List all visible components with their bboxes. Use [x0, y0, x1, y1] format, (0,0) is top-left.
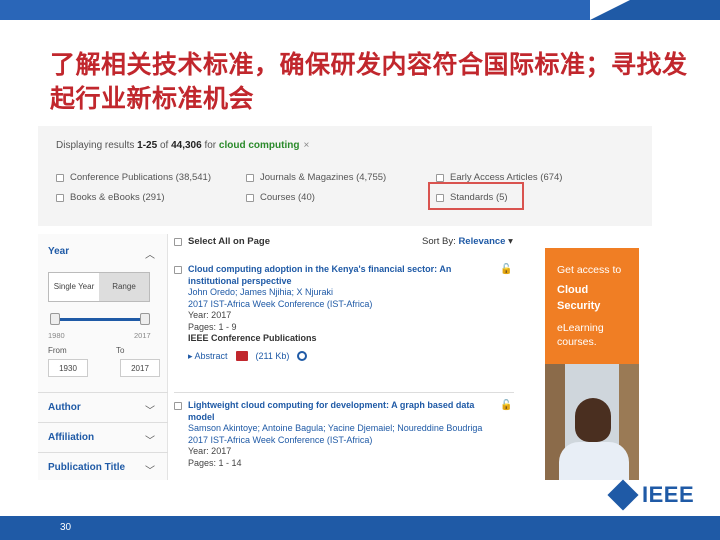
results-summary: Displaying results 1-25 of 44,306 for cl…	[56, 140, 310, 151]
search-query: cloud computing	[218, 140, 300, 151]
elearning-ad-banner[interactable]: Get access to Cloud Security eLearning c…	[545, 248, 639, 480]
ad-line-1: Get access to	[557, 264, 622, 276]
result-authors[interactable]: John Oredo; James Njihia; X Njuraki	[188, 287, 498, 299]
filter-journals[interactable]: Journals & Magazines (4,755)	[246, 172, 386, 183]
result-pages: Pages: 1 - 9	[188, 321, 237, 332]
facet-publication-title[interactable]: Publication Title	[48, 462, 125, 473]
standards-highlight-box	[428, 182, 524, 210]
cite-icon[interactable]	[297, 351, 308, 361]
result-title-link[interactable]: Lightweight cloud computing for developm…	[188, 400, 498, 423]
divider	[38, 422, 168, 423]
year-slider-track[interactable]	[54, 318, 146, 321]
result-year: Year: 2017	[188, 310, 232, 320]
open-access-lock-icon: 🔓	[500, 400, 513, 411]
ad-line-4: eLearning	[557, 322, 604, 334]
ieee-diamond-icon	[607, 479, 639, 511]
caret-down-icon: ▾	[505, 236, 513, 247]
results-filter-panel: Displaying results 1-25 of 44,306 for cl…	[38, 126, 652, 226]
person-body	[559, 442, 629, 480]
facet-author[interactable]: Author	[48, 402, 81, 413]
checkbox[interactable]	[56, 173, 64, 182]
checkbox[interactable]	[246, 193, 254, 202]
chevron-down-icon[interactable]: ﹀	[145, 402, 155, 417]
open-access-lock-icon: 🔓	[500, 264, 513, 275]
year-slider-min-handle[interactable]	[50, 313, 60, 325]
ad-line-2: Cloud	[557, 284, 589, 296]
pdf-size: (211 Kb)	[255, 351, 290, 361]
chevron-up-icon[interactable]: ︿	[145, 246, 155, 261]
ieee-logo: IEEE	[607, 479, 694, 511]
result-authors[interactable]: Samson Akintoye; Antoine Bagula; Yacine …	[188, 423, 498, 435]
chevron-down-icon[interactable]: ﹀	[145, 432, 155, 447]
year-slider-max-handle[interactable]	[140, 313, 150, 325]
checkbox[interactable]	[436, 173, 444, 182]
from-year-input[interactable]: 1930	[48, 359, 88, 377]
person-head	[575, 398, 611, 442]
page-number: 30	[60, 522, 72, 533]
pdf-icon[interactable]	[235, 351, 248, 361]
filter-conference[interactable]: Conference Publications (38,541)	[56, 172, 211, 183]
result-publisher: IEEE Conference Publications	[188, 333, 317, 343]
result-separator	[174, 392, 514, 393]
checkbox[interactable]	[246, 173, 254, 182]
tab-range[interactable]: Range	[99, 273, 149, 301]
slide-title: 了解相关技术标准，确保研发内容符合国际标准；寻找发起行业新标准机会	[50, 50, 688, 113]
tab-single-year[interactable]: Single Year	[49, 273, 99, 301]
select-all-checkbox[interactable]	[174, 237, 182, 246]
select-all-row[interactable]: Select All on Page	[174, 236, 270, 247]
result-venue[interactable]: 2017 IST-Africa Week Conference (IST-Afr…	[188, 299, 498, 311]
facet-year-heading[interactable]: Year	[48, 246, 69, 257]
result-item: Lightweight cloud computing for developm…	[174, 400, 512, 480]
result-actions: ▸ Abstract (211 Kb)	[188, 351, 498, 362]
clear-query-icon[interactable]: ×	[303, 140, 309, 151]
result-venue[interactable]: 2017 IST-Africa Week Conference (IST-Afr…	[188, 435, 498, 447]
from-label: From	[48, 346, 67, 355]
result-year: Year: 2017	[188, 446, 232, 456]
abstract-toggle[interactable]: ▸ Abstract	[188, 351, 228, 362]
slider-max-label: 2017	[134, 331, 151, 340]
filter-books[interactable]: Books & eBooks (291)	[56, 192, 165, 203]
result-pages: Pages: 1 - 14	[188, 457, 242, 468]
divider	[38, 392, 168, 393]
search-results-screenshot: Displaying results 1-25 of 44,306 for cl…	[38, 126, 652, 480]
chevron-down-icon[interactable]: ﹀	[145, 462, 155, 477]
result-checkbox[interactable]	[174, 266, 182, 274]
top-banner-light	[0, 0, 590, 20]
top-banner-notch	[590, 0, 630, 20]
sort-dropdown[interactable]: Sort By: Relevance ▾	[422, 236, 513, 247]
facet-affiliation[interactable]: Affiliation	[48, 432, 94, 443]
checkbox[interactable]	[56, 193, 64, 202]
bottom-banner	[0, 516, 720, 540]
to-year-input[interactable]: 2017	[120, 359, 160, 377]
year-mode-toggle[interactable]: Single Year Range	[48, 272, 150, 302]
ad-person-photo	[545, 364, 639, 480]
slider-min-label: 1980	[48, 331, 65, 340]
ad-line-3: Security	[557, 300, 601, 312]
to-label: To	[116, 346, 125, 355]
result-title-link[interactable]: Cloud computing adoption in the Kenya's …	[188, 264, 498, 287]
ad-line-5: courses.	[557, 336, 597, 348]
filter-courses[interactable]: Courses (40)	[246, 192, 315, 203]
facet-sidebar: Year ︿ Single Year Range 1980 2017 From …	[38, 234, 168, 480]
result-item: Cloud computing adoption in the Kenya's …	[174, 264, 512, 384]
divider	[38, 452, 168, 453]
result-checkbox[interactable]	[174, 402, 182, 410]
